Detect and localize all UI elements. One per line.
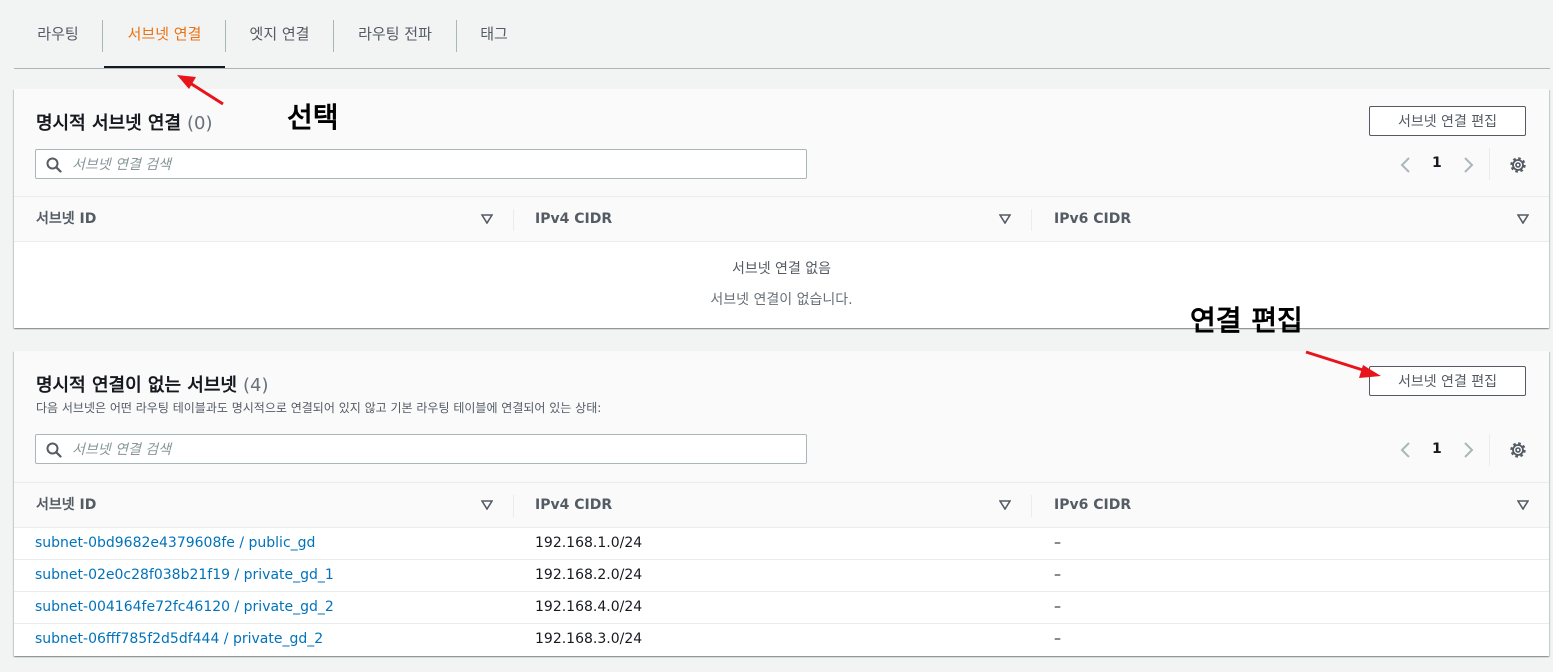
empty-state-title: 서브넷 연결 없음 (731, 261, 832, 277)
ipv4-cidr-cell: 192.168.3.0/24 (535, 631, 643, 647)
search-field (35, 149, 807, 179)
table-header: 서브넷 ID IPv4 CIDR IPv6 CIDR (14, 482, 1549, 528)
column-header-subnet-id[interactable]: 서브넷 ID (36, 483, 96, 527)
column-header-ipv6-cidr[interactable]: IPv6 CIDR (1054, 197, 1131, 241)
ipv6-cidr-cell: – (1054, 599, 1061, 615)
chevron-left-icon[interactable] (1398, 440, 1414, 460)
tab-divider (102, 20, 103, 52)
panel-header (14, 89, 1549, 196)
caret-down-icon[interactable] (999, 500, 1011, 510)
column-header-ipv4-cidr[interactable]: IPv4 CIDR (535, 483, 612, 527)
column-divider (1031, 495, 1032, 517)
table-row: subnet-004164fe72fc46120 / private_gd_2 … (14, 592, 1549, 624)
chevron-right-icon[interactable] (1460, 155, 1476, 175)
pager-divider (1489, 434, 1490, 466)
subnet-id-link[interactable]: subnet-02e0c28f038b21f19 / private_gd_1 (35, 560, 334, 591)
subnet-id-link[interactable]: subnet-06fff785f2d5df444 / private_gd_2 (35, 624, 323, 655)
column-header-ipv4-cidr[interactable]: IPv4 CIDR (535, 197, 612, 241)
chevron-right-icon[interactable] (1460, 440, 1476, 460)
panel-title: 명시적 연결이 없는 서브넷 (4) (36, 371, 268, 397)
table-header: 서브넷 ID IPv4 CIDR IPv6 CIDR (14, 196, 1549, 242)
column-header-subnet-id[interactable]: 서브넷 ID (36, 197, 96, 241)
explicit-subnet-associations-panel: 명시적 서브넷 연결(0) 서브넷 연결 편집 1 서브넷 ID IPv4 CI… (14, 89, 1549, 328)
gear-icon[interactable] (1508, 155, 1528, 175)
edit-subnet-associations-button[interactable]: 서브넷 연결 편집 (1369, 366, 1526, 396)
caret-down-icon[interactable] (481, 214, 493, 224)
column-divider (1031, 209, 1032, 231)
ipv4-cidr-cell: 192.168.2.0/24 (535, 567, 643, 583)
panel-count: (0) (187, 113, 213, 134)
caret-down-icon[interactable] (1517, 500, 1529, 510)
column-header-ipv6-cidr[interactable]: IPv6 CIDR (1054, 483, 1131, 527)
table-row: subnet-06fff785f2d5df444 / private_gd_2 … (14, 624, 1549, 656)
ipv4-cidr-cell: 192.168.4.0/24 (535, 599, 643, 615)
tab-bar: 라우팅 서브넷 연결 엣지 연결 라우팅 전파 태그 (14, 0, 1550, 69)
search-input[interactable] (70, 438, 774, 462)
subnet-id-link[interactable]: subnet-0bd9682e4379608fe / public_gd (35, 528, 315, 559)
table-row: subnet-0bd9682e4379608fe / public_gd 192… (14, 528, 1549, 560)
ipv6-cidr-cell: – (1054, 567, 1061, 583)
gear-icon[interactable] (1508, 440, 1528, 460)
annotation-select-label: 선택 (287, 101, 339, 134)
page-number[interactable]: 1 (1432, 441, 1442, 457)
search-input[interactable] (70, 153, 774, 177)
tab-subnet-associations[interactable]: 서브넷 연결 (104, 0, 225, 68)
tab-routes[interactable]: 라우팅 (14, 0, 102, 67)
page-number[interactable]: 1 (1432, 155, 1442, 171)
search-field (35, 434, 807, 464)
tab-tags[interactable]: 태그 (457, 0, 531, 67)
ipv6-cidr-cell: – (1054, 535, 1061, 551)
empty-state-description: 서브넷 연결이 없습니다. (710, 292, 853, 308)
ipv4-cidr-cell: 192.168.1.0/24 (535, 535, 643, 551)
column-divider (513, 209, 514, 231)
panel-title: 명시적 서브넷 연결 (0) (36, 109, 213, 135)
annotation-edit-label: 연결 편집 (1190, 304, 1303, 337)
tab-edge-associations[interactable]: 엣지 연결 (226, 0, 333, 67)
table-row: subnet-02e0c28f038b21f19 / private_gd_1 … (14, 560, 1549, 592)
search-icon (46, 157, 62, 173)
column-divider (513, 495, 514, 517)
tab-route-propagation[interactable]: 라우팅 전파 (334, 0, 456, 67)
caret-down-icon[interactable] (999, 214, 1011, 224)
panel-description: 다음 서브넷은 어떤 라우팅 테이블과도 명시적으로 연결되어 있지 않고 기본… (36, 401, 602, 415)
ipv6-cidr-cell: – (1054, 631, 1061, 647)
pager-divider (1489, 148, 1490, 180)
panel-count: (4) (242, 375, 269, 396)
caret-down-icon[interactable] (481, 500, 493, 510)
caret-down-icon[interactable] (1517, 214, 1529, 224)
panel-title-text: 명시적 서브넷 연결 (36, 113, 182, 134)
subnets-without-explicit-associations-panel: 명시적 연결이 없는 서브넷 (4) 다음 서브넷은 어떤 라우팅 테이블과도 명… (14, 351, 1549, 656)
chevron-left-icon[interactable] (1398, 155, 1414, 175)
subnet-id-link[interactable]: subnet-004164fe72fc46120 / private_gd_2 (35, 592, 334, 623)
search-icon (46, 442, 62, 458)
edit-subnet-associations-button[interactable]: 서브넷 연결 편집 (1369, 106, 1526, 136)
panel-title-text: 명시적 연결이 없는 서브넷 (36, 375, 237, 396)
